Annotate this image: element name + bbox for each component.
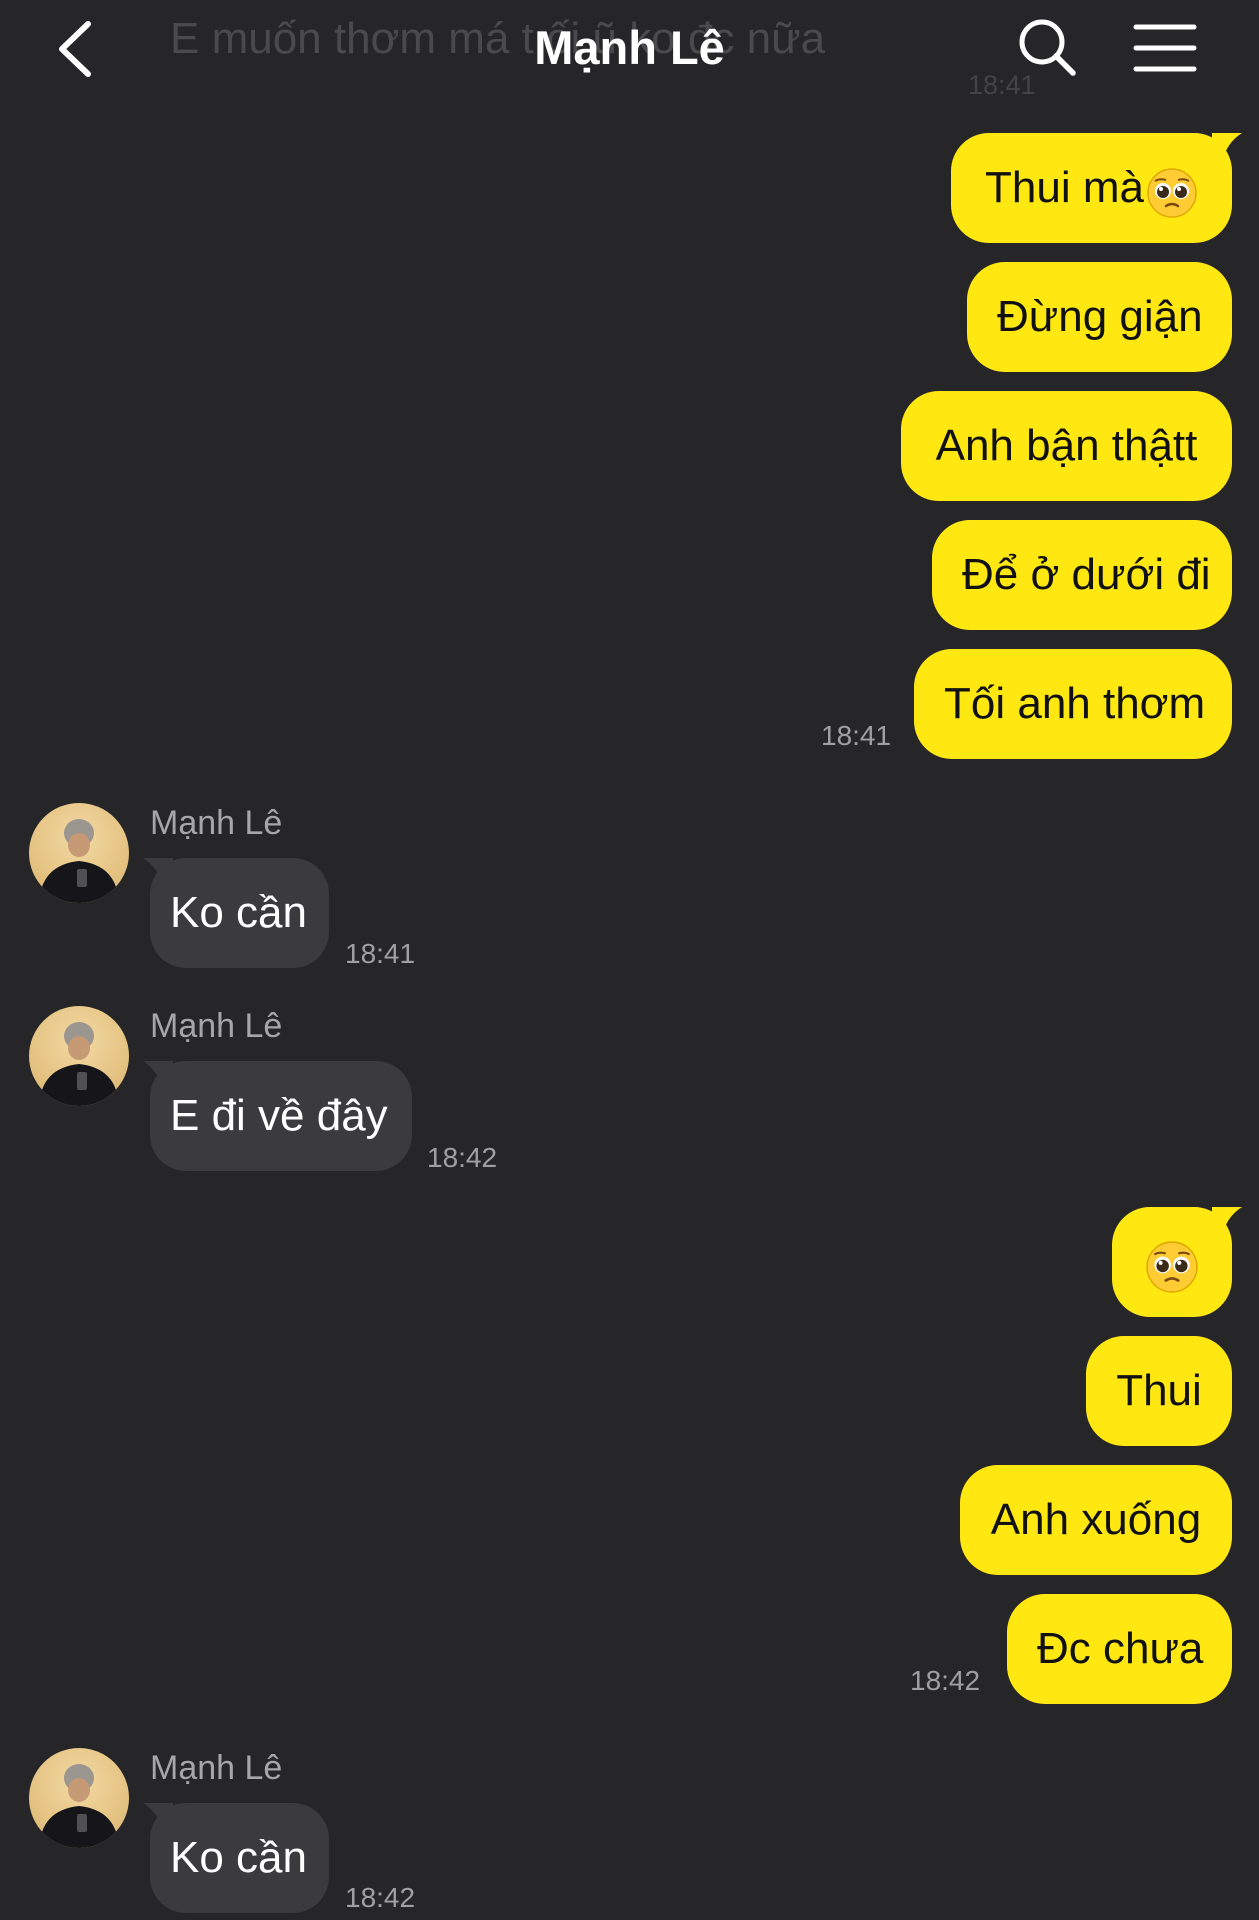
message-bubble-incoming[interactable]: E đi về đây [150, 1061, 412, 1171]
chat-header: E muốn thơm má t ối ũ ko đc nữa 18:41 Mạ… [0, 0, 1259, 100]
message-bubble-outgoing[interactable]: Anh xuống [960, 1465, 1232, 1575]
message-text: Để ở dưới đi [962, 550, 1211, 599]
message-text: Anh xuống [990, 1495, 1202, 1544]
pleading-face-emoji-icon [1146, 135, 1198, 245]
search-icon [1019, 19, 1076, 76]
menu-button[interactable] [1133, 22, 1197, 74]
message-text: Đc chưa [1037, 1624, 1204, 1673]
message-timestamp: 18:42 [427, 1142, 498, 1173]
person-avatar-icon [39, 1022, 119, 1106]
bubble-tail-icon [1212, 133, 1242, 163]
message-text: Ko cần [170, 1833, 307, 1882]
person-avatar-icon [39, 1764, 119, 1848]
message-timestamp: 18:41 [821, 720, 892, 751]
message-timestamp: 18:42 [910, 1665, 981, 1696]
message-bubble-outgoing[interactable]: Đừng giận [967, 262, 1232, 372]
message-text: Đừng giận [997, 292, 1203, 341]
pleading-face-emoji-icon [1145, 1209, 1199, 1319]
message-text: Thui [1116, 1366, 1202, 1415]
message-bubble-outgoing[interactable]: Thui mà [951, 133, 1232, 243]
sender-name: Mạnh Lê [150, 1749, 283, 1787]
message-bubble-outgoing[interactable]: Để ở dưới đi [932, 520, 1232, 630]
search-button[interactable] [1016, 16, 1078, 78]
sender-name: Mạnh Lê [150, 804, 283, 842]
avatar[interactable] [29, 1006, 129, 1106]
hamburger-menu-icon [1133, 24, 1197, 72]
sender-name: Mạnh Lê [150, 1007, 283, 1045]
message-bubble-incoming[interactable]: Ko cần [150, 1803, 329, 1913]
message-text: Tối anh thơm [944, 679, 1206, 728]
person-avatar-icon [39, 819, 119, 903]
message-text: E đi về đây [170, 1091, 388, 1140]
message-timestamp: 18:41 [345, 938, 416, 969]
message-bubble-outgoing[interactable]: Anh bận thậtt [901, 391, 1232, 501]
message-text: Thui mà [985, 163, 1144, 212]
message-bubble-outgoing[interactable]: Đc chưa [1007, 1594, 1232, 1704]
message-bubble-incoming[interactable]: Ko cần [150, 858, 329, 968]
chat-screen: E muốn thơm má t ối ũ ko đc nữa 18:41 Mạ… [0, 0, 1259, 1920]
message-text: Anh bận thậtt [935, 421, 1198, 470]
avatar[interactable] [29, 803, 129, 903]
message-bubble-outgoing[interactable]: Tối anh thơm [914, 649, 1232, 759]
message-bubble-outgoing[interactable]: Thui [1086, 1336, 1232, 1446]
bubble-tail-icon [1212, 1207, 1242, 1237]
avatar[interactable] [29, 1748, 129, 1848]
message-text: Ko cần [170, 888, 307, 937]
message-timestamp: 18:42 [345, 1882, 416, 1913]
